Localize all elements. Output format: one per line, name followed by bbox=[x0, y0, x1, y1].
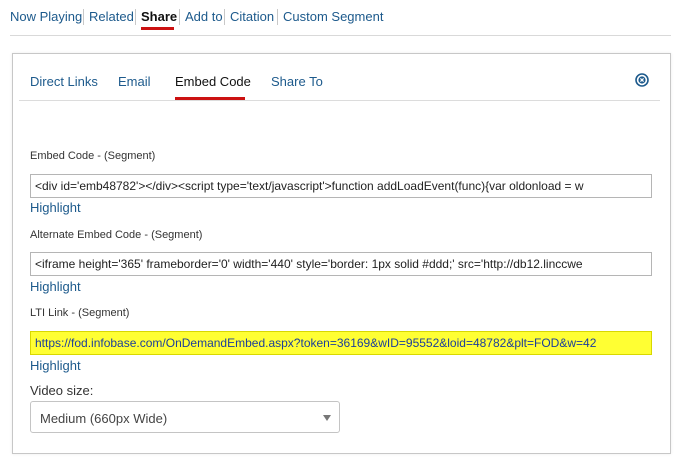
lti-link-label: LTI Link - (Segment) bbox=[30, 307, 130, 319]
top-navigation: Now Playing Related Share Add to Citatio… bbox=[0, 0, 679, 36]
video-size-label: Video size: bbox=[30, 383, 94, 398]
nav-separator bbox=[277, 9, 278, 25]
video-size-selected-value: Medium (660px Wide) bbox=[40, 411, 168, 426]
nav-related[interactable]: Related bbox=[89, 9, 134, 24]
chevron-down-icon bbox=[323, 415, 331, 421]
nav-divider bbox=[10, 35, 671, 36]
nav-separator bbox=[179, 9, 180, 25]
nav-add-to[interactable]: Add to bbox=[185, 9, 223, 24]
tab-share-to[interactable]: Share To bbox=[271, 74, 323, 89]
video-size-select[interactable]: Medium (660px Wide) bbox=[30, 401, 340, 433]
close-circle-icon[interactable] bbox=[635, 73, 649, 87]
embed-code-highlight-link[interactable]: Highlight bbox=[30, 200, 81, 215]
tab-embed-code[interactable]: Embed Code bbox=[175, 74, 251, 89]
lti-link-field[interactable]: https://fod.infobase.com/OnDemandEmbed.a… bbox=[30, 331, 652, 355]
alternate-embed-code-highlight-link[interactable]: Highlight bbox=[30, 279, 81, 294]
embed-code-label: Embed Code - (Segment) bbox=[30, 150, 156, 162]
alternate-embed-code-field[interactable]: <iframe height='365' frameborder='0' wid… bbox=[30, 252, 652, 276]
nav-citation[interactable]: Citation bbox=[230, 9, 274, 24]
nav-share[interactable]: Share bbox=[141, 9, 177, 24]
embed-code-field[interactable]: <div id='emb48782'></div><script type='t… bbox=[30, 174, 652, 198]
lti-link-highlight-link[interactable]: Highlight bbox=[30, 358, 81, 373]
tab-email[interactable]: Email bbox=[118, 74, 151, 89]
tab-direct-links[interactable]: Direct Links bbox=[30, 74, 98, 89]
nav-separator bbox=[135, 9, 136, 25]
nav-separator bbox=[224, 9, 225, 25]
nav-active-indicator bbox=[141, 27, 174, 30]
alternate-embed-code-label: Alternate Embed Code - (Segment) bbox=[30, 229, 203, 241]
nav-custom-segment[interactable]: Custom Segment bbox=[283, 9, 383, 24]
nav-separator bbox=[83, 9, 84, 25]
tabs-divider bbox=[19, 100, 660, 101]
nav-now-playing[interactable]: Now Playing bbox=[10, 9, 82, 24]
share-panel: Direct Links Email Embed Code Share To E… bbox=[12, 53, 671, 454]
